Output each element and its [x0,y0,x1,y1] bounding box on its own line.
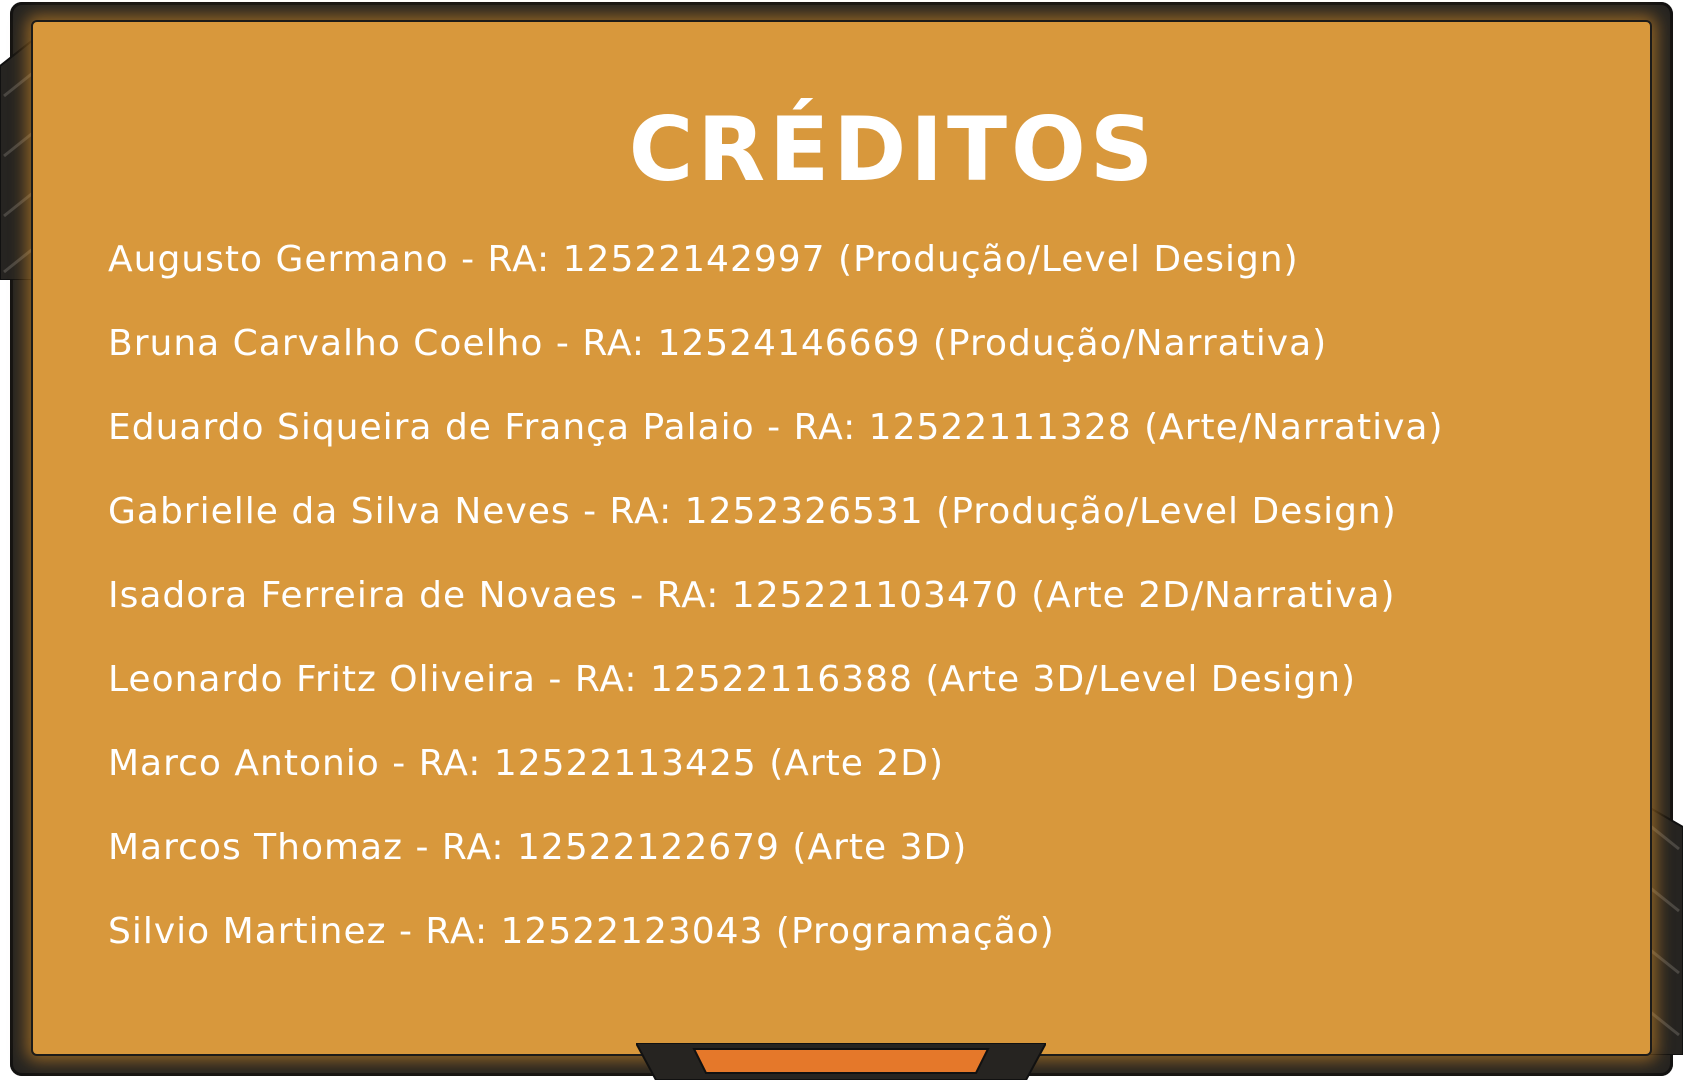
credit-entry-8: Marcos Thomaz - RA: 12522122679 (Arte 3D… [108,827,968,868]
credit-entry-6: Leonardo Fritz Oliveira - RA: 1252211638… [108,659,1357,700]
bottom-notch [636,1043,1046,1080]
page-title: CRÉDITOS [628,98,1158,201]
credit-entry-2: Bruna Carvalho Coelho - RA: 12524146669 … [108,323,1328,364]
credits-list: Augusto Germano - RA: 12522142997 (Produ… [108,234,1444,990]
credit-entry-7: Marco Antonio - RA: 12522113425 (Arte 2D… [108,743,945,784]
credit-entry-5: Isadora Ferreira de Novaes - RA: 1252211… [108,575,1396,616]
credits-panel: CRÉDITOS Augusto Germano - RA: 125221429… [31,20,1652,1056]
credit-entry-1: Augusto Germano - RA: 12522142997 (Produ… [108,239,1299,280]
credit-entry-4: Gabrielle da Silva Neves - RA: 125232653… [108,491,1397,532]
credit-entry-3: Eduardo Siqueira de França Palaio - RA: … [108,407,1444,448]
credit-entry-9: Silvio Martinez - RA: 12522123043 (Progr… [108,911,1055,952]
